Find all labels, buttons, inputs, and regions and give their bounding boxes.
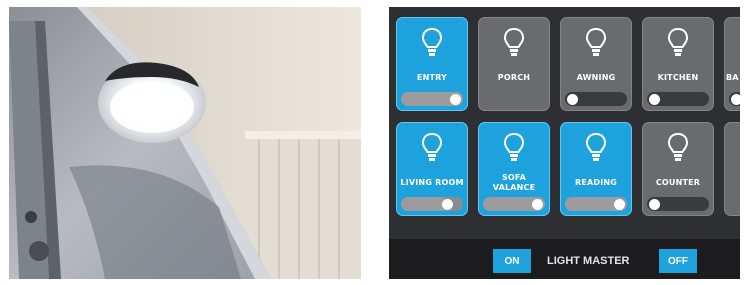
light-master-title: LIGHT MASTER — [547, 255, 630, 267]
lightbulb-icon — [667, 132, 689, 161]
lightbulb-icon — [503, 27, 525, 56]
light-tile-partial[interactable] — [724, 122, 740, 216]
light-label: READING — [574, 178, 618, 187]
brightness-slider[interactable] — [401, 92, 463, 106]
light-tile-awning[interactable]: AWNING — [560, 17, 632, 111]
slider-knob[interactable] — [649, 199, 660, 210]
light-label: KITCHEN — [657, 73, 699, 82]
slider-knob[interactable] — [649, 94, 660, 105]
light-tile-kitchen[interactable]: KITCHEN — [642, 17, 714, 111]
brightness-slider[interactable] — [647, 92, 709, 106]
slider-knob[interactable] — [614, 199, 625, 210]
lightbulb-icon — [585, 132, 607, 161]
slider-knob[interactable] — [442, 199, 453, 210]
light-label: SOFA VALANCE — [492, 173, 536, 192]
slider-knob[interactable] — [532, 199, 543, 210]
master-on-button[interactable]: ON — [493, 249, 531, 273]
light-label: ENTRY — [416, 73, 448, 82]
slider-knob[interactable] — [731, 94, 740, 105]
light-tile-counter[interactable]: COUNTER — [642, 122, 714, 216]
light-label: COUNTER — [655, 178, 701, 187]
lightbulb-icon — [585, 27, 607, 56]
lightbulb-icon — [421, 132, 443, 161]
light-tile-bathroom[interactable]: BA — [724, 17, 740, 111]
light-tile-sofa-valance[interactable]: SOFA VALANCE — [478, 122, 550, 216]
lightbulb-icon — [503, 132, 525, 161]
brightness-slider[interactable] — [483, 197, 545, 211]
slider-knob[interactable] — [450, 94, 461, 105]
light-master-bar: ON LIGHT MASTER OFF — [389, 239, 740, 279]
light-tile-reading[interactable]: READING — [560, 122, 632, 216]
lightbulb-icon — [667, 27, 689, 56]
light-label: PORCH — [497, 73, 531, 82]
light-tile-porch[interactable]: PORCH — [478, 17, 550, 111]
light-tile-living-room[interactable]: LIVING ROOM — [396, 122, 468, 216]
rv-porch-light-photo — [9, 7, 361, 279]
brightness-slider[interactable] — [647, 197, 709, 211]
master-off-button[interactable]: OFF — [659, 249, 697, 273]
light-label: LIVING ROOM — [400, 178, 464, 187]
brightness-slider[interactable] — [729, 92, 740, 106]
brightness-slider[interactable] — [401, 197, 463, 211]
light-tile-entry[interactable]: ENTRY — [396, 17, 468, 111]
brightness-slider[interactable] — [565, 197, 627, 211]
lightbulb-icon — [421, 27, 443, 56]
slider-knob[interactable] — [567, 94, 578, 105]
brightness-slider[interactable] — [565, 92, 627, 106]
light-label: BA — [726, 73, 739, 82]
light-label: AWNING — [576, 73, 616, 82]
light-control-panel: ENTRY PORCH AWNING KITCHEN BA LIVING ROO… — [389, 7, 740, 279]
